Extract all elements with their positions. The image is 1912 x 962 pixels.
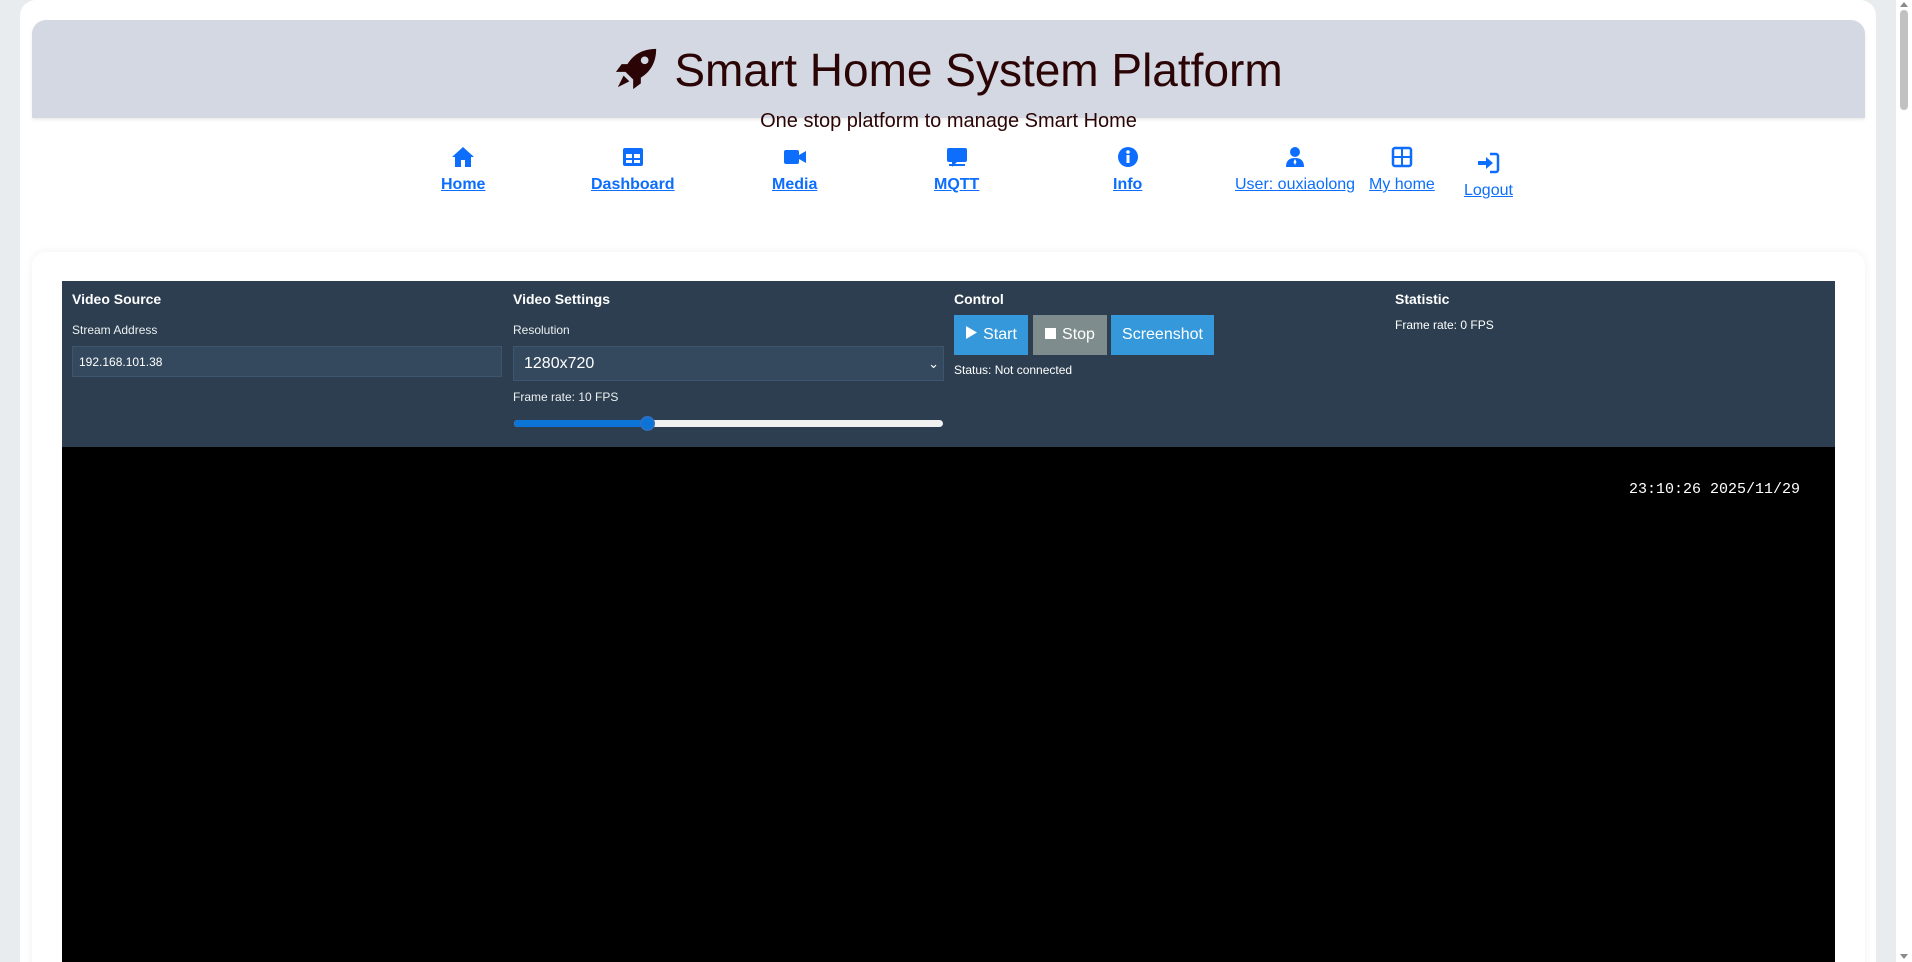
main-nav: Home Dashboard Media MQTT Info User: oux…	[20, 146, 1876, 206]
video-timestamp: 23:10:26 2025/11/29	[1628, 481, 1800, 498]
user-icon	[1283, 146, 1307, 176]
scroll-down-arrow-icon[interactable]	[1900, 954, 1908, 959]
statistic-frame-rate: Frame rate: 0 FPS	[1395, 318, 1494, 332]
nav-dashboard[interactable]: Dashboard	[591, 146, 675, 194]
stop-button[interactable]: Stop	[1033, 315, 1107, 355]
control-heading: Control	[954, 291, 1004, 307]
table-icon	[621, 146, 645, 176]
nav-info[interactable]: Info	[1113, 146, 1142, 194]
screenshot-button[interactable]: Screenshot	[1111, 315, 1214, 355]
stream-address-input[interactable]: 192.168.101.38	[72, 346, 502, 377]
start-button[interactable]: Start	[954, 315, 1028, 355]
connection-status: Status: Not connected	[954, 363, 1073, 377]
stop-icon	[1045, 326, 1057, 344]
nav-mqtt-label: MQTT	[934, 176, 980, 193]
house-icon	[451, 146, 475, 176]
statistic-heading: Statistic	[1395, 291, 1450, 307]
info-icon	[1116, 146, 1140, 176]
login-arrow-icon	[1476, 152, 1500, 182]
scrollbar-thumb[interactable]	[1900, 10, 1908, 110]
nav-logout[interactable]: Logout	[1464, 152, 1513, 200]
nav-home-label: Home	[441, 176, 486, 193]
nav-logout-label: Logout	[1464, 182, 1513, 199]
page-subtitle: One stop platform to manage Smart Home	[760, 110, 1137, 132]
video-source-section: Video Source Stream Address 192.168.101.…	[72, 281, 502, 447]
nav-my-home-label: My home	[1369, 176, 1435, 193]
frame-rate-label: Frame rate: 10 FPS	[513, 390, 619, 404]
frame-rate-slider[interactable]	[514, 416, 943, 431]
nav-info-label: Info	[1113, 176, 1143, 193]
screenshot-button-label: Screenshot	[1122, 326, 1203, 343]
scroll-up-arrow-icon[interactable]	[1900, 2, 1908, 7]
play-icon	[965, 326, 978, 344]
page-scrollbar[interactable]	[1896, 0, 1912, 962]
nav-user[interactable]: User: ouxiaolong	[1235, 146, 1355, 194]
title-row: Smart Home System Platform	[32, 42, 1865, 98]
start-button-label: Start	[983, 326, 1017, 343]
site-header: Smart Home System Platform One stop plat…	[32, 20, 1865, 132]
stream-address-label: Stream Address	[72, 323, 158, 337]
statistic-section: Statistic Frame rate: 0 FPS	[1395, 281, 1825, 447]
video-source-heading: Video Source	[72, 291, 162, 307]
nav-home[interactable]: Home	[441, 146, 485, 194]
nav-user-label: User: ouxiaolong	[1235, 176, 1356, 193]
stop-button-label: Stop	[1062, 326, 1095, 343]
nav-my-home[interactable]: My home	[1369, 146, 1435, 194]
chat-icon	[945, 146, 969, 176]
video-control-panel: Video Source Stream Address 192.168.101.…	[62, 281, 1835, 447]
video-settings-heading: Video Settings	[513, 291, 610, 307]
resolution-label: Resolution	[513, 323, 570, 337]
nav-media[interactable]: Media	[772, 146, 817, 194]
chevron-down-icon: ⌄	[928, 356, 939, 371]
nav-dashboard-label: Dashboard	[591, 176, 675, 193]
video-player[interactable]: 23:10:26 2025/11/29	[62, 447, 1835, 962]
page-title: Smart Home System Platform	[674, 44, 1283, 96]
frame-rate-slider-fill	[514, 420, 647, 427]
nav-media-label: Media	[772, 176, 818, 193]
nav-mqtt[interactable]: MQTT	[934, 146, 979, 194]
frame-rate-slider-thumb[interactable]	[640, 416, 655, 431]
control-section: Control Start Stop Screenshot Status: No…	[954, 281, 1384, 447]
video-settings-section: Video Settings Resolution 1280x720 ⌄ Fra…	[513, 281, 944, 447]
resolution-value: 1280x720	[524, 355, 595, 372]
rocket-icon	[614, 45, 660, 96]
grid-icon	[1390, 146, 1414, 176]
resolution-select[interactable]: 1280x720 ⌄	[513, 346, 944, 381]
video-camera-icon	[783, 146, 807, 176]
